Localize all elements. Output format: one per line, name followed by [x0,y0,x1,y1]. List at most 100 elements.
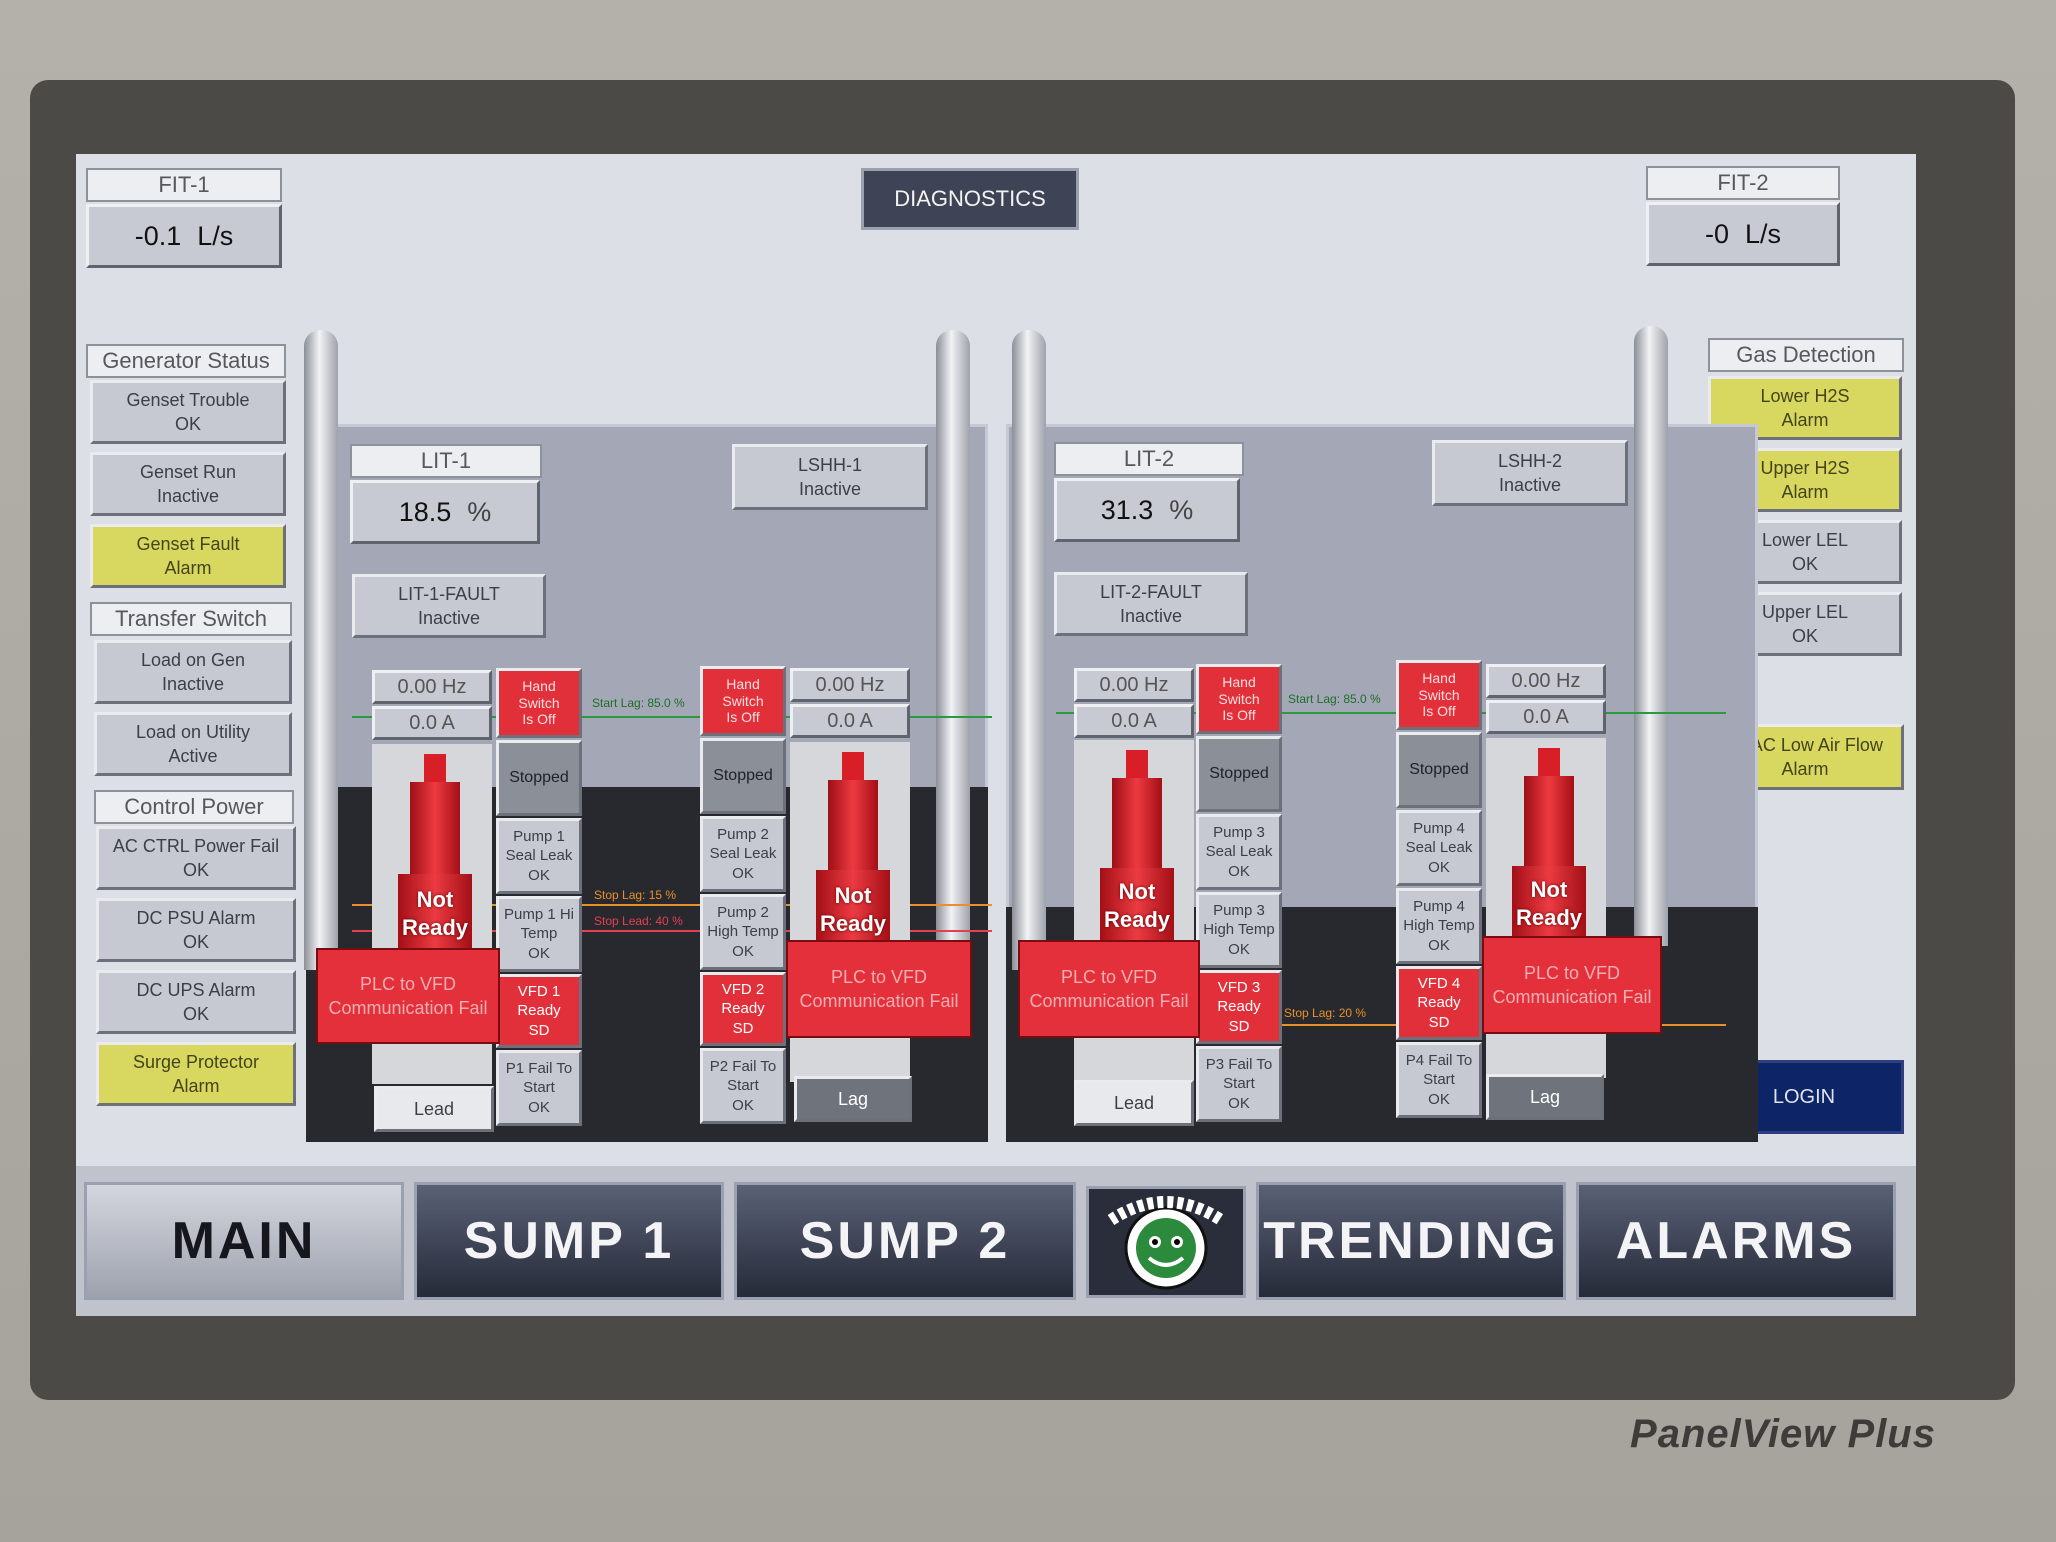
pump3-motor-body [1112,778,1162,870]
pump4-current: 0.0 A [1486,700,1606,734]
line: PLC to VFD [830,966,928,987]
pump1-seal-leak: Pump 1 Seal Leak OK [496,818,582,894]
pump2-speed: 0.00 Hz [790,668,910,702]
indicator-name: Load on Utility [135,721,251,742]
lit1-title: LIT-1 [350,444,542,478]
tab-sump-1[interactable]: SUMP 1 [414,1182,724,1300]
sump1-stop-lead-label: Stop Lead: 40 % [594,914,683,928]
line: Not [834,883,872,908]
load-on-utility-indicator[interactable]: Load on Utility Active [94,712,292,776]
dc-psu-alarm-indicator[interactable]: DC PSU Alarm OK [96,898,296,962]
pump4-high-temp: Pump 4 High Temp OK [1396,888,1482,964]
line: P2 Fail To [709,1057,777,1075]
surge-protector-indicator[interactable]: Surge Protector Alarm [96,1042,296,1106]
transfer-switch-title: Transfer Switch [90,602,292,636]
pump1-motor-cap [424,754,446,784]
load-on-gen-indicator[interactable]: Load on Gen Inactive [94,640,292,704]
vfd4-status: VFD 4 Ready SD [1396,966,1482,1040]
indicator-state: Inactive [798,479,862,499]
pump2-plc-comm-fail: PLC to VFD Communication Fail [786,940,972,1038]
pump3-not-ready: Not Ready [1102,878,1172,934]
gas-detection-title: Gas Detection [1708,338,1904,372]
line: Pump 3 [1213,823,1265,841]
indicator-name: DC PSU Alarm [136,907,256,928]
pump2-motor-body [828,780,878,872]
lshh2-indicator[interactable]: LSHH-2 Inactive [1432,440,1628,506]
sump1-start-lag-label: Start Lag: 85.0 % [592,696,685,710]
genset-fault-indicator[interactable]: Genset Fault Alarm [90,524,286,588]
indicator-name: AC CTRL Power Fail [112,835,280,856]
pump4-hand-switch[interactable]: Hand Switch Is Off [1396,660,1482,730]
indicator-name: Surge Protector [132,1051,260,1072]
pump1-high-temp: Pump 1 Hi Temp OK [496,896,582,972]
line: VFD 1 [517,982,561,1000]
genset-trouble-indicator[interactable]: Genset Trouble OK [90,380,286,444]
tab-main[interactable]: MAIN [84,1182,404,1300]
indicator-state: Inactive [1498,475,1562,495]
lit2-value: 31.3 [1100,494,1154,525]
sump2-stop-lag-label: Stop Lag: 20 % [1284,1006,1367,1020]
line: Switch [722,692,764,709]
line: Switch [1418,686,1460,703]
pump4-lead-lag-button[interactable]: Lag [1486,1074,1604,1120]
pump2-lead-lag-button[interactable]: Lag [794,1076,912,1122]
diagnostics-button[interactable]: DIAGNOSTICS [861,168,1079,230]
pump2-hand-switch[interactable]: Hand Switch Is Off [700,666,786,736]
line: OK [732,864,754,882]
indicator-state: Inactive [161,674,225,694]
line: Pump 1 [513,827,565,845]
line: High Temp [1403,917,1475,935]
tab-alarms[interactable]: ALARMS [1576,1182,1896,1300]
pump2-current: 0.0 A [790,704,910,738]
lit1-value: 18.5 [398,496,452,527]
line: Pump 4 [1413,819,1465,837]
pump1-lead-lag-button[interactable]: Lead [374,1086,494,1132]
tab-trending[interactable]: TRENDING [1256,1182,1566,1300]
line: Ready [721,1000,765,1018]
line: Seal Leak [1405,839,1473,857]
ac-ctrl-power-fail-indicator[interactable]: AC CTRL Power Fail OK [96,826,296,890]
line: OK [528,944,550,962]
pump1-run-status: Stopped [496,740,582,816]
dc-ups-alarm-indicator[interactable]: DC UPS Alarm OK [96,970,296,1034]
line: Is Off [1422,703,1456,720]
indicator-state: Inactive [1119,606,1183,626]
line: SD [1428,1013,1450,1031]
lit1-fault-indicator[interactable]: LIT-1-FAULT Inactive [352,574,546,638]
pump2-run-status: Stopped [700,738,786,814]
pump1-motor-body [410,782,460,874]
pump4-run-status: Stopped [1396,732,1482,808]
sump2-start-lag-label: Start Lag: 85.0 % [1288,692,1381,706]
line: Is Off [1222,707,1256,724]
indicator-name: LSHH-2 [1497,450,1563,471]
fit1-display: -0.1 L/s [86,204,282,268]
pump3-run-status: Stopped [1196,736,1282,812]
line: Not [416,887,454,912]
tab-sump-2[interactable]: SUMP 2 [734,1182,1076,1300]
line: Temp [520,925,558,943]
pump3-lead-lag-button[interactable]: Lead [1074,1080,1194,1126]
line: OK [732,942,754,960]
sump1-stop-lag-label: Stop Lag: 15 % [594,888,677,902]
indicator-name: Lower H2S [1760,385,1850,406]
fit2-title: FIT-2 [1646,166,1840,200]
lit1-display: 18.5 % [350,480,540,544]
line: OK [1228,862,1250,880]
pump4-speed: 0.00 Hz [1486,664,1606,698]
line: Communication Fail [1029,991,1189,1011]
vfd3-status: VFD 3 Ready SD [1196,970,1282,1044]
pump4-fail-to-start: P4 Fail To Start OK [1396,1042,1482,1118]
fit1-value: -0.1 [134,220,182,251]
lit2-fault-indicator[interactable]: LIT-2-FAULT Inactive [1054,572,1248,636]
line: Seal Leak [709,845,777,863]
line: Not [1118,879,1156,904]
pump1-hand-switch[interactable]: Hand Switch Is Off [496,668,582,738]
pump3-hand-switch[interactable]: Hand Switch Is Off [1196,664,1282,734]
lshh1-indicator[interactable]: LSHH-1 Inactive [732,444,928,510]
sump1-left-pipe [304,330,338,970]
indicator-name: LIT-2-FAULT [1100,581,1202,602]
genset-run-indicator[interactable]: Genset Run Inactive [90,452,286,516]
line: Ready [1217,998,1261,1016]
muffin-monster-logo[interactable] [1086,1186,1246,1298]
navigation-tab-bar: MAIN SUMP 1 SUMP 2 TRENDING ALARMS [76,1166,1916,1316]
